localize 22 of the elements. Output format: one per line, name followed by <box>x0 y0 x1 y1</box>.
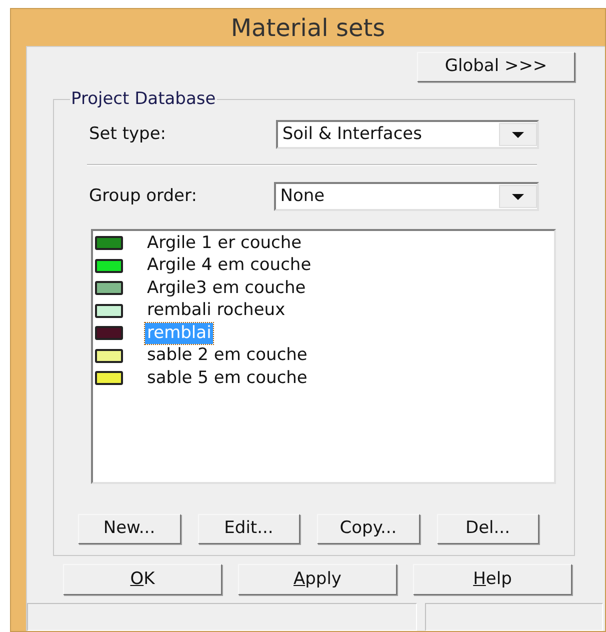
caret-icon <box>512 132 524 138</box>
dialog-button[interactable]: Apply <box>238 564 397 595</box>
material-item[interactable]: Argile 4 em couche <box>145 255 314 276</box>
set-type-label: Set type: <box>89 122 168 146</box>
material-item[interactable]: sable 5 em couche <box>145 368 310 389</box>
group-title: Project Database <box>70 89 217 109</box>
dialog-button[interactable]: OK <box>63 564 222 595</box>
material-item[interactable]: rembali rocheux <box>145 300 288 322</box>
material-item[interactable]: Argile3 em couche <box>145 278 308 299</box>
group-order-label: Group order: <box>89 184 198 208</box>
list-action-button[interactable]: Edit... <box>198 514 300 544</box>
list-action-button[interactable]: Del... <box>436 514 539 544</box>
list-action-button[interactable]: New... <box>78 514 180 544</box>
global-button[interactable]: Global >>> <box>417 52 575 82</box>
dropdown[interactable]: None <box>274 182 539 211</box>
material-item[interactable]: Argile 1 er couche <box>145 232 304 254</box>
dropdown[interactable]: Soil & Interfaces <box>276 120 539 149</box>
list-action-button[interactable]: Copy... <box>317 514 420 544</box>
caret-icon <box>512 194 524 200</box>
window-title: Material sets <box>230 12 386 44</box>
material-item[interactable]: sable 2 em couche <box>145 345 310 366</box>
dialog-button[interactable]: Help <box>413 564 572 595</box>
